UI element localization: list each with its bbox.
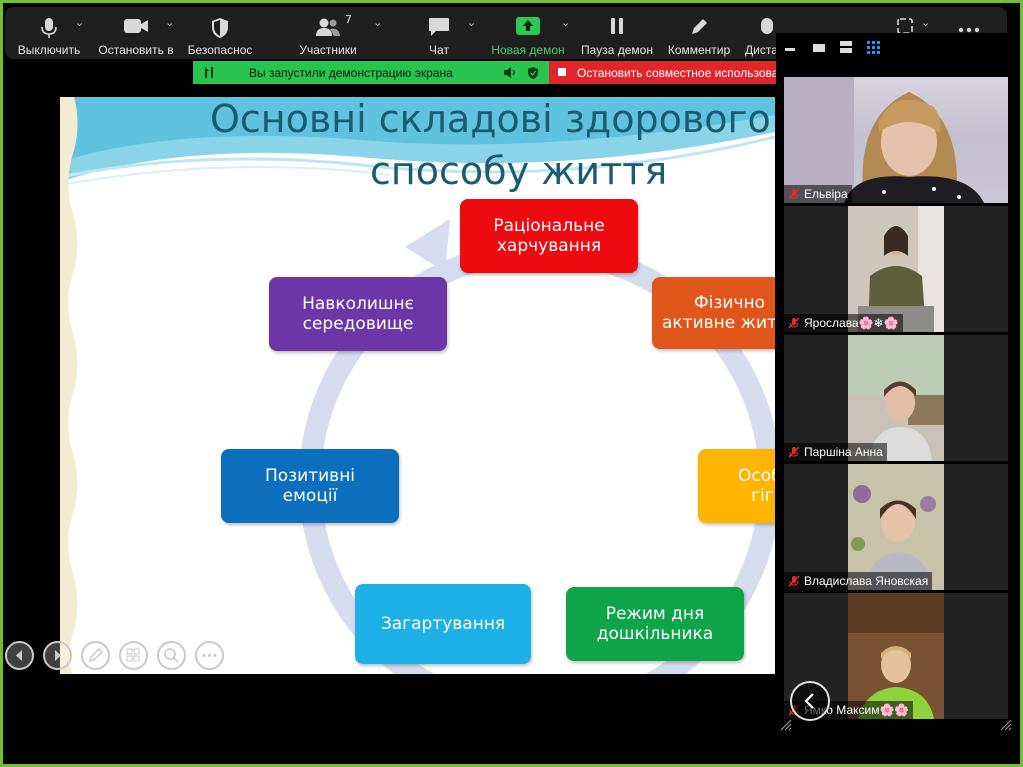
zoom-slide-button[interactable] [157, 641, 186, 670]
pen-tool-button[interactable] [81, 641, 110, 670]
chevron-down-icon[interactable]: ⌄ [373, 16, 382, 29]
next-slide-button[interactable] [43, 641, 72, 670]
mute-button[interactable]: ⌄ Выключить [9, 7, 89, 59]
participants-count: 7 [345, 13, 352, 26]
cycle-item-label: Фізично активне життя [662, 293, 775, 333]
cycle-item-label: Навколишнє середовище [302, 294, 414, 334]
participant-tile[interactable]: Паршіна Анна [784, 335, 1008, 461]
magnifier-icon [164, 648, 179, 663]
gallery-view-switcher [776, 33, 1016, 71]
speaker-icon[interactable] [503, 66, 517, 79]
muted-mic-icon [788, 188, 800, 200]
participant-tile[interactable]: Владислава Яновская [784, 464, 1008, 590]
chat-label: Чат [429, 43, 449, 57]
cycle-item-label: Особиста гігієна [738, 466, 775, 506]
chat-button[interactable]: ⌄ Чат [409, 7, 476, 59]
participants-label: Участники [299, 43, 357, 57]
video-camera-icon [124, 19, 148, 33]
mouse-icon [761, 18, 773, 34]
strip-view-icon[interactable] [840, 41, 852, 46]
muted-mic-icon [788, 317, 800, 329]
previous-slide-button[interactable] [5, 641, 34, 670]
stop-share-button[interactable]: Остановить совместное использова [549, 61, 779, 84]
cycle-item-label: Позитивні емоції [264, 466, 356, 506]
security-button[interactable]: Безопаснос [185, 7, 255, 59]
cycle-item-label: Режим дня дошкільника [596, 604, 714, 644]
muted-mic-icon [788, 446, 800, 458]
participant-name: Паршіна Анна [804, 445, 883, 459]
chat-bubble-icon [429, 18, 449, 36]
minimize-icon[interactable] [785, 48, 795, 51]
new-share-label: Новая демон [491, 43, 565, 57]
chevron-down-icon[interactable]: ⌄ [467, 16, 476, 29]
annotate-button[interactable]: Комментир [661, 7, 737, 59]
participant-tile[interactable]: Ярослава🌸❄🌸 [784, 206, 1008, 332]
participants-icon [316, 18, 340, 36]
security-label: Безопаснос [187, 43, 253, 57]
more-dots-icon [202, 654, 217, 657]
chevron-down-icon[interactable]: ⌄ [921, 16, 930, 29]
sharing-banner: Вы запустили демонстрацию экрана [193, 61, 549, 84]
new-share-button[interactable]: ⌄ Новая демон [487, 7, 570, 59]
sharing-status-text: Вы запустили демонстрацию экрана [249, 66, 453, 80]
cycle-item-positive-emotions: Позитивні емоції [221, 449, 399, 523]
mute-label: Выключить [17, 43, 81, 57]
participant-tile[interactable]: Ельвіра [784, 77, 1008, 203]
gallery-previous-page-button[interactable] [790, 681, 830, 721]
microphone-icon [41, 18, 57, 38]
zoom-window: ⌄ Выключить ⌄ Остановить в Безопаснос 7 … [3, 3, 1020, 764]
chevron-down-icon[interactable]: ⌄ [75, 16, 84, 29]
pause-icon [611, 18, 623, 34]
participant-name: Ельвіра [804, 187, 848, 201]
participant-name-tag: Владислава Яновская [784, 572, 933, 590]
chevron-down-icon[interactable]: ⌄ [561, 16, 570, 29]
cycle-item-hygiene: Особиста гігієна [698, 449, 775, 523]
stop-video-label: Остановить в [98, 43, 174, 57]
participants-button[interactable]: 7 ⌄ Участники [273, 7, 383, 59]
shared-presentation-slide: Основні складові здорового способу життя… [60, 97, 775, 674]
participants-gallery: Ельвіра Ярослава🌸❄🌸 Паршіна Анна Владисл… [776, 33, 1016, 735]
pencil-icon [692, 19, 707, 34]
speaker-view-icon[interactable] [813, 44, 825, 52]
chevron-left-icon [804, 693, 814, 709]
stop-icon [558, 68, 566, 76]
share-screen-icon [516, 17, 540, 35]
participant-name: Владислава Яновская [804, 574, 929, 588]
pause-share-label: Пауза демон [581, 43, 653, 57]
gallery-view-icon[interactable] [867, 41, 880, 54]
drag-handle-icon[interactable] [203, 66, 215, 79]
participant-name: Ярослава🌸❄🌸 [804, 316, 899, 330]
shield-icon [212, 18, 228, 38]
cycle-item-nutrition: Раціональне харчування [460, 199, 638, 273]
pause-share-button[interactable]: Пауза демон [577, 7, 657, 59]
slides-grid-icon [126, 648, 140, 662]
chevron-down-icon[interactable]: ⌄ [165, 16, 174, 29]
annotate-label: Комментир [667, 43, 731, 57]
cycle-item-physical-activity: Фізично активне життя [652, 277, 775, 349]
participant-name-tag: Паршіна Анна [784, 443, 887, 461]
stop-share-label: Остановить совместное использова [577, 66, 779, 80]
stop-video-button[interactable]: ⌄ Остановить в [95, 7, 177, 59]
shield-check-icon[interactable] [527, 66, 539, 80]
participant-name-tag: Ельвіра [784, 185, 852, 203]
slide-options-button[interactable] [195, 641, 224, 670]
arrow-left-icon [16, 650, 22, 661]
muted-mic-icon [788, 575, 800, 587]
pen-icon [89, 648, 103, 662]
cycle-item-hardening: Загартування [355, 584, 531, 664]
cycle-item-label: Раціональне харчування [493, 216, 605, 256]
cycle-item-label: Загартування [380, 614, 506, 634]
resize-handle-icon[interactable] [780, 719, 792, 731]
cycle-item-daily-routine: Режим дня дошкільника [566, 587, 744, 661]
participant-name-tag: Ярослава🌸❄🌸 [784, 314, 903, 332]
arrow-right-icon [55, 650, 61, 661]
resize-handle-icon[interactable] [1000, 719, 1012, 731]
cycle-item-environment: Навколишнє середовище [269, 277, 447, 351]
see-all-slides-button[interactable] [119, 641, 148, 670]
